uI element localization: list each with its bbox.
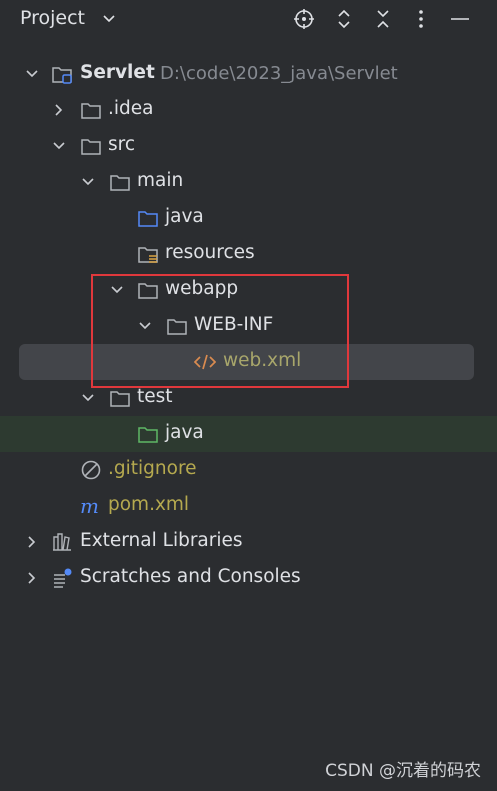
tree-item-test-java[interactable]: java (0, 416, 497, 452)
chevron-down-icon[interactable] (51, 138, 67, 154)
tree-item-gitignore[interactable]: .gitignore (0, 452, 497, 488)
tree-item-label: External Libraries (80, 530, 243, 551)
tree-item-idea[interactable]: .idea (0, 92, 497, 128)
project-tool-window: Project Servlet D:\code\2023_java\Servle… (0, 0, 497, 791)
chevron-down-icon[interactable] (102, 12, 116, 26)
module-folder-icon (52, 67, 72, 84)
chevron-right-icon[interactable] (24, 570, 40, 586)
expand-collapse-icon[interactable] (333, 8, 355, 30)
resources-folder-icon (138, 247, 158, 263)
tree-item-label: main (137, 170, 184, 191)
collapse-all-icon[interactable] (372, 8, 394, 30)
tree-item-label: pom.xml (108, 494, 190, 515)
minimize-icon[interactable] (449, 8, 471, 30)
folder-icon (81, 103, 101, 119)
maven-icon: m (80, 495, 99, 517)
tree-item-pom[interactable]: m pom.xml (0, 488, 497, 524)
tree-item-label: src (108, 134, 136, 155)
tree-item-label: java (165, 422, 204, 443)
source-folder-icon (138, 211, 158, 227)
tree-item-label: test (137, 386, 173, 407)
chevron-down-icon[interactable] (80, 174, 96, 190)
folder-icon (110, 175, 130, 191)
folder-icon (81, 139, 101, 155)
tree-item-main[interactable]: main (0, 164, 497, 200)
tool-window-header: Project (0, 0, 497, 38)
tree-item-main-java[interactable]: java (0, 200, 497, 236)
svg-text:m: m (80, 495, 99, 517)
test-folder-icon (138, 427, 158, 443)
tree-item-src[interactable]: src (0, 128, 497, 164)
tree-item-label: java (165, 206, 204, 227)
chevron-right-icon[interactable] (51, 102, 67, 118)
chevron-down-icon[interactable] (24, 66, 40, 82)
watermark: CSDN @沉着的码农 (325, 761, 481, 781)
tree-item-label: .idea (108, 98, 154, 119)
tree-item-scratches[interactable]: Scratches and Consoles (0, 560, 497, 596)
annotation-highlight-box (91, 274, 349, 388)
ignore-file-icon (81, 460, 101, 480)
tool-window-title[interactable]: Project (20, 7, 85, 29)
chevron-right-icon[interactable] (24, 534, 40, 550)
project-path: D:\code\2023_java\Servlet (160, 63, 398, 84)
folder-icon (110, 391, 130, 407)
tree-item-external-libraries[interactable]: External Libraries (0, 524, 497, 560)
scratches-icon (54, 568, 72, 588)
more-options-icon[interactable] (410, 8, 432, 30)
locate-icon[interactable] (293, 8, 315, 30)
tree-item-label: Servlet (80, 62, 155, 83)
tree-item-resources[interactable]: resources (0, 236, 497, 272)
tree-item-root[interactable]: Servlet D:\code\2023_java\Servlet (0, 56, 497, 92)
chevron-down-icon[interactable] (80, 390, 96, 406)
tree-item-label: resources (165, 242, 255, 263)
tree-item-label: .gitignore (108, 458, 197, 479)
tree-item-label: Scratches and Consoles (80, 566, 301, 587)
library-icon (53, 533, 71, 551)
